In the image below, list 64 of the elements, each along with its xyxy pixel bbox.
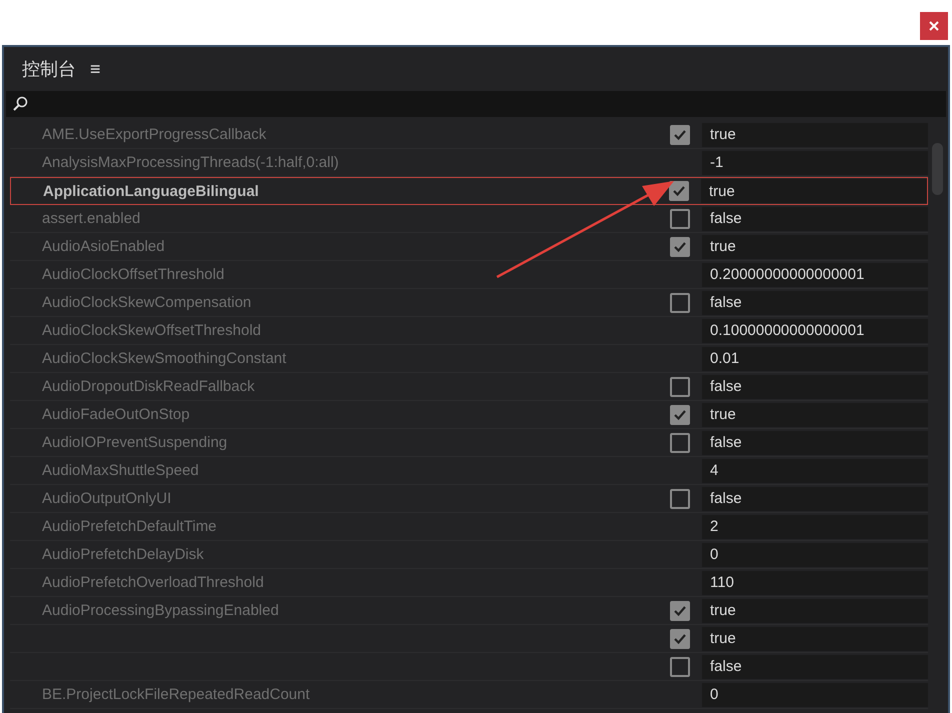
value-field[interactable]: 0.10000000000000001: [702, 318, 928, 342]
setting-name: AnalysisMaxProcessingThreads(-1:half,0:all): [42, 154, 339, 171]
checkmark-icon: [672, 185, 686, 197]
value-field[interactable]: 2: [702, 514, 928, 538]
setting-name: assert.enabled: [42, 210, 140, 227]
checkbox[interactable]: [670, 600, 690, 620]
value-field[interactable]: false: [702, 290, 928, 314]
value-field[interactable]: 110: [702, 570, 928, 594]
checkbox[interactable]: [670, 404, 690, 424]
checkbox[interactable]: [670, 432, 690, 452]
value-field[interactable]: true: [702, 234, 928, 258]
value-field[interactable]: false: [702, 430, 928, 454]
checkbox[interactable]: [670, 124, 690, 144]
value-field[interactable]: 4: [702, 458, 928, 482]
checkmark-icon: [673, 128, 687, 140]
value-field[interactable]: -1: [702, 150, 928, 174]
value-field[interactable]: true: [701, 179, 927, 203]
checkmark-icon: [673, 240, 687, 252]
setting-name: AudioClockOffsetThreshold: [42, 266, 224, 283]
setting-name: AudioIOPreventSuspending: [42, 434, 228, 451]
setting-name: ApplicationLanguageBilingual: [43, 182, 259, 200]
checkmark-icon: [673, 408, 687, 420]
checkbox[interactable]: [670, 236, 690, 256]
checkbox[interactable]: [670, 208, 690, 228]
value-field[interactable]: false: [702, 206, 928, 230]
value-field[interactable]: 0.01: [702, 346, 928, 370]
menu-button[interactable]: ≡: [90, 58, 101, 80]
setting-name: AudioMaxShuttleSpeed: [42, 462, 199, 479]
value-field[interactable]: true: [702, 598, 928, 622]
setting-name: AudioAsioEnabled: [42, 238, 165, 255]
setting-name: AudioPrefetchOverloadThreshold: [42, 574, 264, 591]
setting-name: AME.UseExportProgressCallback: [42, 126, 266, 143]
checkbox[interactable]: [670, 488, 690, 508]
setting-name: AudioPrefetchDefaultTime: [42, 518, 217, 535]
value-field[interactable]: 0: [702, 682, 928, 706]
checkbox[interactable]: [670, 292, 690, 312]
setting-name: AudioOutputOnlyUI: [42, 490, 172, 507]
value-field[interactable]: 0: [702, 542, 928, 566]
setting-name: AudioProcessingBypassingEnabled: [42, 602, 279, 619]
setting-name: BE.ProjectLockFileRepeatedReadCount: [42, 686, 310, 703]
setting-name: AudioClockSkewOffsetThreshold: [42, 322, 261, 339]
checkbox[interactable]: [670, 628, 690, 648]
close-icon: [929, 21, 939, 31]
setting-name: AudioPrefetchDelayDisk: [42, 546, 204, 563]
value-field[interactable]: false: [702, 654, 928, 678]
setting-name: AudioDropoutDiskReadFallback: [42, 378, 255, 395]
value-field[interactable]: false: [702, 374, 928, 398]
value-field[interactable]: true: [702, 626, 928, 650]
search-icon: [12, 96, 28, 112]
setting-name: AudioClockSkewSmoothingConstant: [42, 350, 286, 367]
search-field[interactable]: [6, 91, 946, 117]
setting-name: AudioClockSkewCompensation: [42, 294, 252, 311]
value-field[interactable]: false: [702, 486, 928, 510]
value-field[interactable]: 0.20000000000000001: [702, 262, 928, 286]
checkbox[interactable]: [669, 181, 689, 201]
setting-name: AudioFadeOutOnStop: [42, 406, 190, 423]
checkmark-icon: [673, 632, 687, 644]
close-button[interactable]: [920, 12, 948, 40]
panel-title: 控制台: [22, 58, 76, 81]
checkbox[interactable]: [670, 656, 690, 676]
checkbox[interactable]: [670, 376, 690, 396]
value-field[interactable]: true: [702, 122, 928, 146]
checkmark-icon: [673, 604, 687, 616]
value-field[interactable]: true: [702, 402, 928, 426]
